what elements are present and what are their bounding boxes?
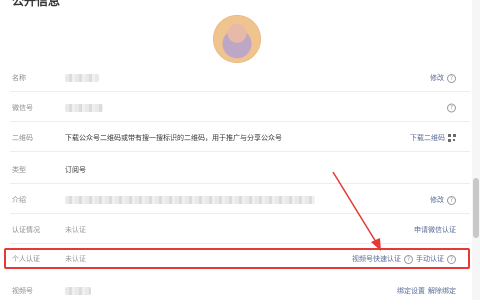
annotation-arrow	[332, 171, 381, 251]
scrollbar-thumb[interactable]	[473, 178, 479, 238]
scrollbar[interactable]	[472, 0, 480, 300]
